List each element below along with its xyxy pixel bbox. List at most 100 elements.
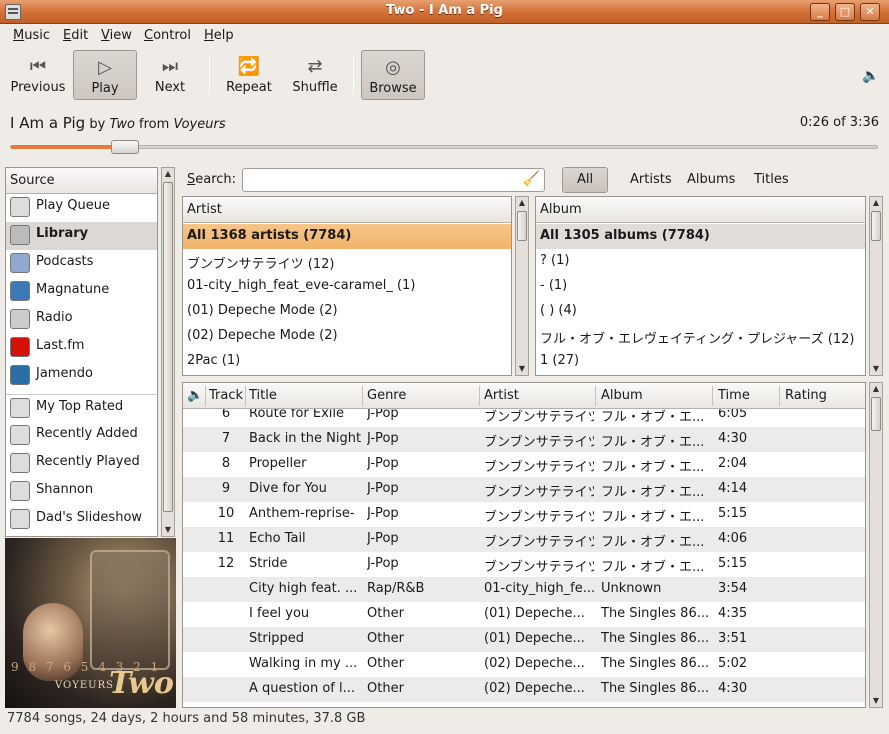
source-item-label: Play Queue — [36, 198, 110, 213]
artist-scrollbar[interactable]: ▲ ▼ — [515, 196, 529, 376]
album-row[interactable]: ( ) (4) — [536, 299, 865, 324]
table-row[interactable]: 10 Anthem-reprise- J-Pop ブンブンサテライツ フル・オブ・エ..… — [183, 502, 865, 527]
search-input[interactable]: 🧹 — [242, 168, 545, 192]
source-item[interactable]: Shannon — [6, 478, 157, 506]
menu-control[interactable]: Control — [144, 28, 191, 43]
album-row[interactable]: ? (1) — [536, 249, 865, 274]
previous-button[interactable]: ⏮ Previous — [6, 50, 70, 100]
table-row[interactable]: 8PropellerJ-Popブンブンサテライツフル・オブ・エ...2:04★★… — [183, 452, 865, 477]
source-item-label: Jamendo — [36, 366, 93, 381]
seek-handle[interactable] — [110, 140, 139, 154]
table-row[interactable]: City high feat. ... Rap/R&B 01-city_high_f… — [183, 577, 865, 602]
album-row[interactable]: 1 (27) — [536, 349, 865, 374]
source-item[interactable]: Radio — [6, 306, 157, 334]
status-bar: 7784 songs, 24 days, 2 hours and 58 minu… — [7, 711, 366, 726]
artist-row[interactable]: (02) Depeche Mode (2) — [183, 324, 511, 349]
maximize-button[interactable]: □ — [835, 3, 855, 21]
menu-edit[interactable]: Edit — [63, 28, 88, 43]
play-icon: ▷ — [98, 57, 112, 78]
scroll-up-arrow[interactable]: ▲ — [870, 383, 882, 395]
table-row[interactable]: 7 Back in the Night J-Pop ブンブンサテライツ フル・オブ・エ.… — [183, 427, 865, 452]
scroll-down-arrow[interactable]: ▼ — [516, 363, 528, 375]
table-row[interactable]: Walking in my ... Other (02) Depeche... The… — [183, 652, 865, 677]
search-label: Search: — [187, 172, 237, 187]
source-item[interactable]: Podcasts — [6, 250, 157, 278]
filter-all[interactable]: All — [562, 167, 609, 193]
cell-title: Walking in my ... — [249, 656, 358, 671]
volume-icon[interactable]: 🔈 — [862, 68, 879, 84]
shuffle-button[interactable]: ⇄ Shuffle — [284, 50, 346, 100]
browse-button[interactable]: ◎ Browse — [361, 50, 425, 100]
source-item[interactable]: My Top Rated — [6, 394, 157, 422]
album-scrollbar[interactable]: ▲ ▼ — [869, 196, 883, 376]
scroll-up-arrow[interactable]: ▲ — [162, 168, 174, 180]
source-item-label: Magnatune — [36, 282, 110, 297]
col-artist[interactable]: Artist — [484, 388, 519, 403]
cell-genre: J-Pop — [367, 456, 399, 471]
source-header[interactable]: Source — [6, 168, 157, 194]
scroll-down-arrow[interactable]: ▼ — [870, 363, 882, 375]
col-rating[interactable]: Rating — [785, 388, 827, 403]
source-item[interactable]: Jamendo — [6, 362, 157, 390]
artist-row[interactable]: ブンブンサテライツ (12) — [183, 249, 511, 274]
filter-titles[interactable]: Titles — [754, 172, 789, 187]
source-item[interactable]: Last.fm — [6, 334, 157, 362]
table-row[interactable]: 12StrideJ-Popブンブンサテライツフル・オブ・エ...5:15★★★★… — [183, 552, 865, 577]
table-row[interactable]: A question of l... Other (02) Depeche... Th… — [183, 677, 865, 702]
repeat-button[interactable]: 🔁 Repeat — [218, 50, 280, 100]
artist-pane: Artist All 1368 artists (7784) ブンブンサテライツ … — [182, 196, 512, 376]
col-genre[interactable]: Genre — [367, 388, 406, 403]
source-item-label: Library — [36, 226, 89, 241]
source-item[interactable]: Play Queue — [6, 194, 157, 222]
col-track[interactable]: Track — [209, 388, 243, 403]
playing-column-icon[interactable]: 🔈 — [187, 388, 203, 403]
scroll-thumb[interactable] — [517, 211, 527, 241]
source-item-label: Radio — [36, 310, 73, 325]
clear-search-icon[interactable]: 🧹 — [523, 171, 540, 187]
table-row[interactable]: I feel you Other (01) Depeche... The Single… — [183, 602, 865, 627]
play-button[interactable]: ▷ Play — [73, 50, 137, 100]
table-row[interactable]: 11Echo TailJ-Popブンブンサテライツフル・オブ・エ...4:06★… — [183, 527, 865, 552]
menu-music[interactable]: Music — [13, 28, 50, 43]
table-row[interactable]: Stripped Other (01) Depeche... The Singles … — [183, 627, 865, 652]
scroll-down-arrow[interactable]: ▼ — [870, 695, 882, 707]
col-time[interactable]: Time — [718, 388, 750, 403]
column-divider — [205, 386, 206, 406]
menu-help[interactable]: Help — [204, 28, 234, 43]
source-item[interactable]: Recently Added — [6, 422, 157, 450]
col-album[interactable]: Album — [601, 388, 643, 403]
artist-row[interactable]: 01-city_high_feat_eve-caramel_ (1) — [183, 274, 511, 299]
col-title[interactable]: Title — [249, 388, 277, 403]
album-column-header[interactable]: Album — [536, 197, 865, 223]
filter-albums[interactable]: Albums — [687, 172, 735, 187]
source-scrollbar[interactable]: ▲ ▼ — [161, 167, 175, 537]
artist-row[interactable]: 2Pac (1) — [183, 349, 511, 374]
artist-row[interactable]: (01) Depeche Mode (2) — [183, 299, 511, 324]
album-row[interactable]: All 1305 albums (7784) — [536, 224, 865, 249]
cell-title: Stride — [249, 556, 288, 571]
tracks-scrollbar[interactable]: ▲ ▼ — [869, 382, 883, 708]
artist-column-header[interactable]: Artist — [183, 197, 511, 223]
menu-view[interactable]: View — [101, 28, 132, 43]
seek-bar[interactable] — [10, 140, 878, 154]
scroll-down-arrow[interactable]: ▼ — [162, 524, 174, 536]
table-row[interactable]: 9 Dive for You J-Pop ブンブンサテライツ フル・オブ・エ... 4:1… — [183, 477, 865, 502]
artist-row[interactable]: All 1368 artists (7784) — [183, 224, 511, 249]
filter-artists[interactable]: Artists — [630, 172, 672, 187]
album-row[interactable]: - (1) — [536, 274, 865, 299]
source-item[interactable]: Dad's Slideshow — [6, 506, 157, 534]
source-item[interactable]: Library — [6, 222, 157, 250]
next-button[interactable]: ⏭ Next — [140, 50, 200, 100]
scroll-thumb[interactable] — [871, 397, 881, 431]
scroll-up-arrow[interactable]: ▲ — [516, 197, 528, 209]
source-item[interactable]: Recently Played — [6, 450, 157, 478]
scroll-thumb[interactable] — [871, 211, 881, 241]
minimize-button[interactable]: _ — [810, 3, 830, 21]
title-bar[interactable]: Two - I Am a Pig _ □ ✕ — [0, 0, 889, 24]
album-row[interactable]: フル・オブ・エレヴェイティング・プレジャーズ (12) — [536, 324, 865, 349]
scroll-up-arrow[interactable]: ▲ — [870, 197, 882, 209]
cell-title: Dive for You — [249, 481, 327, 496]
scroll-thumb[interactable] — [163, 182, 173, 512]
source-item[interactable]: Magnatune — [6, 278, 157, 306]
close-button[interactable]: ✕ — [860, 3, 880, 21]
